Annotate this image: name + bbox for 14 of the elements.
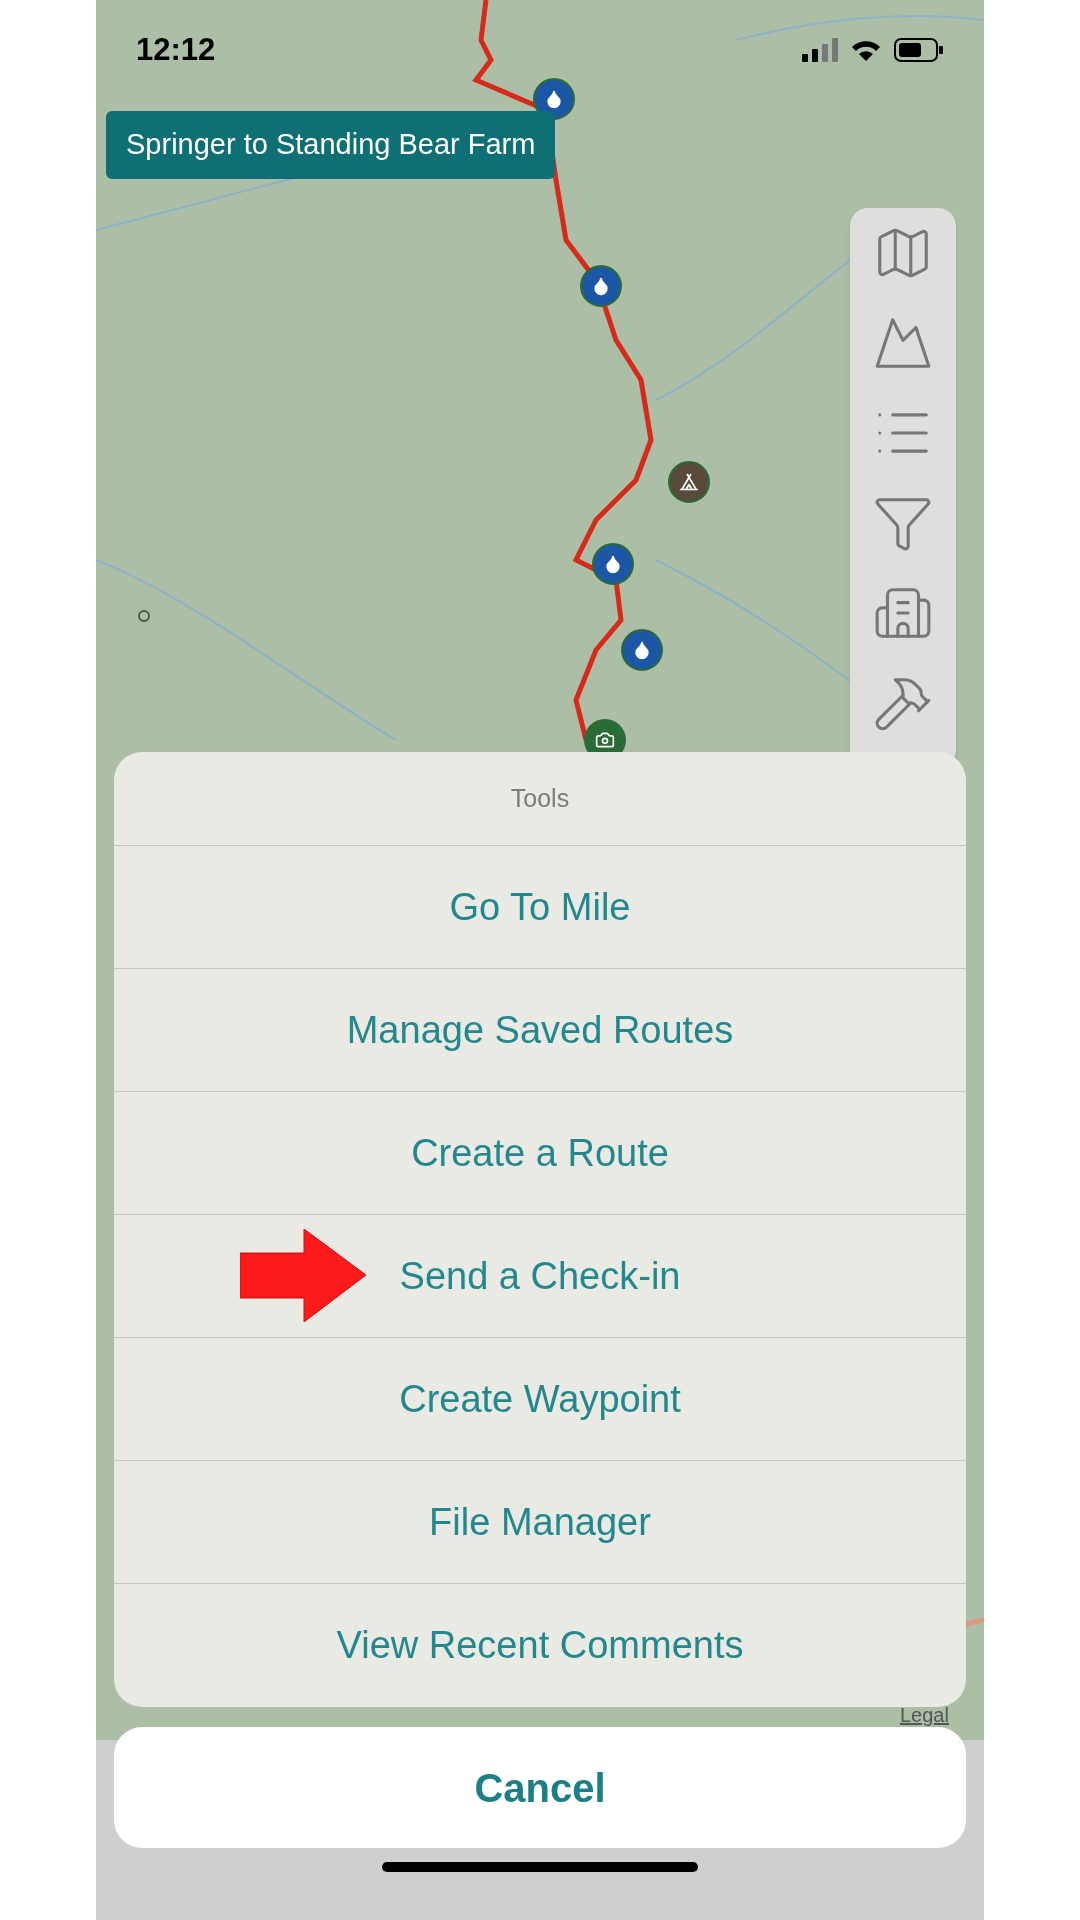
status-time: 12:12 (136, 30, 216, 69)
sheet-option[interactable]: Go To Mile (433, 870, 647, 944)
cancel-button[interactable]: Cancel (114, 1727, 966, 1848)
sheet-option[interactable]: Manage Saved Routes (330, 993, 750, 1067)
wifi-icon (850, 38, 882, 62)
sheet-title: Tools (510, 782, 570, 814)
sheet-option[interactable]: Create a Route (395, 1116, 685, 1190)
sheet-option[interactable]: File Manager (413, 1485, 667, 1559)
sheet-option[interactable]: Create Waypoint (383, 1362, 697, 1436)
sheet-option[interactable]: Send a Check-in (383, 1239, 697, 1313)
signal-icon (802, 38, 838, 62)
route-label[interactable]: Springer to Standing Bear Farm (106, 111, 556, 179)
sheet-option[interactable]: View Recent Comments (320, 1609, 760, 1682)
battery-icon (894, 38, 944, 62)
